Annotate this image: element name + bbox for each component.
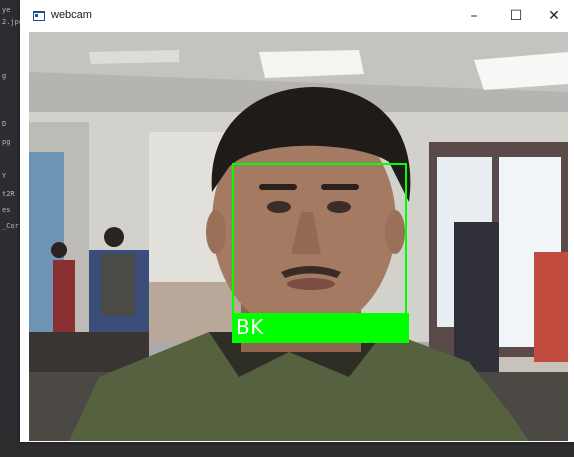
- minimize-icon: –: [470, 8, 478, 24]
- desktop: ye 2.jpg g D pg Y t2R es _Cor webcam – ☐…: [0, 0, 574, 457]
- bg-text-line: D: [2, 120, 7, 128]
- bg-text-line: t2R: [2, 190, 15, 198]
- bg-text-line: ye: [2, 6, 11, 14]
- webcam-window[interactable]: webcam – ☐ ✕ BK: [20, 0, 574, 442]
- bg-text-line: g: [2, 72, 7, 80]
- title-bar[interactable]: webcam – ☐ ✕: [20, 0, 574, 32]
- bg-text-line: pg: [2, 138, 11, 146]
- maximize-icon: ☐: [509, 8, 523, 24]
- close-icon: ✕: [548, 8, 560, 24]
- taskbar-strip: [0, 440, 574, 457]
- bg-text-line: es: [2, 206, 11, 214]
- app-window-icon: [33, 11, 45, 21]
- maximize-button[interactable]: ☐: [496, 0, 536, 32]
- close-button[interactable]: ✕: [534, 0, 574, 32]
- minimize-button[interactable]: –: [454, 0, 494, 32]
- window-title: webcam: [51, 9, 92, 21]
- camera-frame: BK: [29, 32, 568, 441]
- bg-text-line: _Cor: [2, 222, 19, 230]
- bg-text-line: Y: [2, 172, 7, 180]
- face-label: BK: [236, 315, 264, 339]
- face-label-bar: BK: [232, 313, 409, 343]
